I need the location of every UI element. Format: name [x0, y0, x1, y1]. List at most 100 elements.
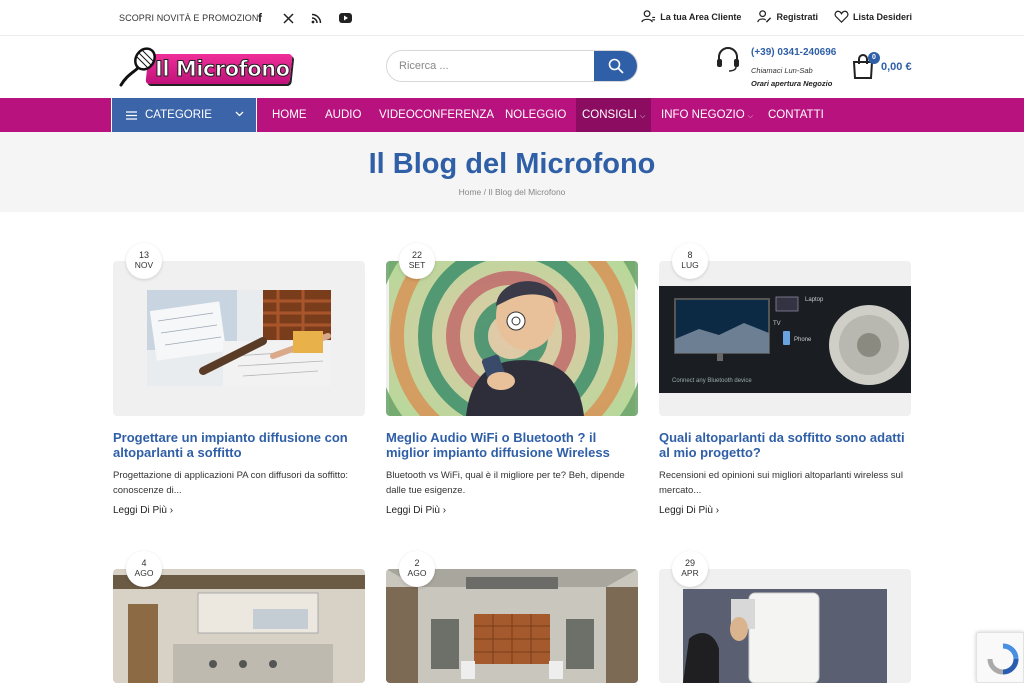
nav-videoconferenza[interactable]: VIDEOCONFERENZA — [379, 98, 494, 132]
post-thumbnail[interactable] — [659, 569, 911, 683]
search-input[interactable] — [387, 51, 595, 81]
read-more-link[interactable]: Leggi Di Più › — [386, 505, 446, 516]
register-link[interactable]: Registrati — [757, 9, 818, 24]
post-day: 29 — [684, 558, 695, 568]
chevron-right-icon: › — [715, 505, 720, 516]
read-more-link[interactable]: Leggi Di Più › — [659, 505, 719, 516]
post-month: AGO — [134, 568, 154, 578]
recaptcha-icon — [987, 643, 1019, 675]
post-month: LUG — [681, 260, 699, 270]
post-month: AGO — [407, 568, 427, 578]
logo-text: Il Microfono — [155, 57, 291, 82]
phone-number[interactable]: (+39) 0341-240696 — [751, 47, 836, 58]
post-excerpt: Progettazione di applicazioni PA con dif… — [113, 470, 349, 496]
post-thumbnail[interactable] — [386, 569, 638, 683]
breadcrumb-home[interactable]: Home — [459, 187, 482, 197]
post-date-badge: 2 AGO — [399, 551, 435, 587]
image-label-tv: TV — [773, 321, 781, 327]
post-title[interactable]: Quali altoparlanti da soffitto sono adat… — [659, 430, 911, 460]
hamburger-icon — [126, 110, 137, 120]
image-label-phone: Phone — [794, 337, 812, 343]
heart-icon — [834, 10, 849, 23]
recaptcha-badge[interactable] — [976, 632, 1024, 683]
nav-info-negozio-label: INFO NEGOZIO — [661, 109, 745, 121]
top-bar: SCOPRI NOVITÀ E PROMOZIONI f La tua Area… — [0, 0, 1024, 36]
chevron-right-icon: › — [169, 505, 174, 516]
nav-noleggio[interactable]: NOLEGGIO — [505, 98, 566, 132]
blueprint-photo — [147, 290, 331, 386]
post-date-badge: 4 AGO — [126, 551, 162, 587]
account-link[interactable]: La tua Area Cliente — [641, 9, 741, 24]
store-hours-link[interactable]: Orari apertura Negozio — [751, 79, 832, 88]
read-more-label: Leggi Di Più — [659, 505, 713, 516]
promo-link[interactable]: SCOPRI NOVITÀ E PROMOZIONI — [119, 13, 261, 23]
nav-home[interactable]: HOME — [272, 98, 307, 132]
account-links: La tua Area Cliente Registrati Lista Des… — [641, 9, 912, 24]
call-hours: Chiamaci Lun-Sab — [751, 66, 813, 75]
search-icon — [608, 58, 624, 74]
post-month: NOV — [134, 260, 154, 270]
room-layout-render — [113, 569, 365, 683]
site-header: Il Microfono (+39) 0341-240696 Chiamaci … — [0, 36, 1024, 98]
post-title[interactable]: Progettare un impianto diffusione con al… — [113, 430, 365, 460]
cart-count-badge: 0 — [868, 52, 880, 64]
chevron-down-icon: ⌵ — [747, 113, 754, 120]
read-more-label: Leggi Di Più — [386, 505, 440, 516]
account-link-label: La tua Area Cliente — [660, 11, 742, 22]
post-month: APR — [681, 568, 699, 578]
post-day: 8 — [687, 250, 693, 260]
post-thumbnail[interactable] — [113, 261, 365, 416]
image-label-laptop: Laptop — [805, 297, 824, 303]
post-excerpt: Bluetooth vs WiFi, qual è il migliore pe… — [386, 470, 625, 496]
post-excerpt: Recensioni ed opinioni sui migliori alto… — [659, 470, 903, 496]
chevron-down-icon: ⌵ — [639, 113, 646, 120]
headset-icon — [717, 47, 739, 72]
read-more-label: Leggi Di Più — [113, 505, 167, 516]
nav-info-negozio[interactable]: INFO NEGOZIO ⌵ — [661, 98, 753, 132]
post-month: SET — [408, 260, 426, 270]
categories-menu-button[interactable]: CATEGORIE — [111, 98, 257, 132]
post-day: 4 — [141, 558, 147, 568]
wishlist-link-label: Lista Desideri — [852, 11, 912, 22]
search-box — [386, 50, 638, 82]
wishlist-link[interactable]: Lista Desideri — [834, 9, 912, 24]
chevron-right-icon: › — [442, 505, 447, 516]
nav-consigli-label: CONSIGLI — [582, 109, 637, 121]
site-logo[interactable]: Il Microfono — [117, 45, 293, 89]
bluetooth-devices-photo — [659, 286, 911, 393]
cart-widget[interactable]: 0 0,00 € — [851, 52, 913, 82]
post-thumbnail[interactable] — [386, 261, 638, 416]
panel-installation-photo — [659, 569, 911, 683]
post-day: 2 — [414, 558, 420, 568]
nav-consigli[interactable]: CONSIGLI ⌵ — [576, 98, 652, 132]
studio-room-render — [386, 569, 638, 683]
search-button[interactable] — [594, 51, 637, 81]
page-header: Il Blog del Microfono Home / Il Blog del… — [0, 132, 1024, 212]
post-date-badge: 8 LUG — [672, 243, 708, 279]
rss-icon[interactable] — [308, 10, 324, 26]
facebook-icon[interactable]: f — [252, 10, 268, 26]
nav-contatti[interactable]: CONTATTI — [768, 98, 824, 132]
chevron-down-icon — [235, 111, 244, 117]
post-date-badge: 29 APR — [672, 551, 708, 587]
main-nav: CATEGORIE HOME AUDIO VIDEOCONFERENZA NOL… — [0, 98, 1024, 132]
post-date-badge: 22 SET — [399, 243, 435, 279]
read-more-link[interactable]: Leggi Di Più › — [113, 505, 173, 516]
post-thumbnail[interactable]: Laptop TV Phone Connect any Bluetooth de… — [659, 261, 911, 416]
image-caption: Connect any Bluetooth device — [672, 378, 752, 384]
post-title[interactable]: Meglio Audio WiFi o Bluetooth ? il migli… — [386, 430, 638, 460]
x-icon[interactable] — [280, 10, 296, 26]
user-icon — [641, 10, 656, 23]
page-title: Il Blog del Microfono — [368, 148, 656, 180]
breadcrumb: Home / Il Blog del Microfono — [0, 187, 1024, 197]
categories-label: CATEGORIE — [145, 109, 212, 121]
hypnotized-phone-illustration — [386, 261, 638, 416]
cart-total: 0,00 € — [881, 61, 912, 73]
youtube-icon[interactable] — [337, 10, 353, 26]
breadcrumb-current: Il Blog del Microfono — [488, 187, 566, 197]
user-edit-icon — [757, 10, 772, 23]
post-thumbnail[interactable] — [113, 569, 365, 683]
post-day: 22 — [411, 250, 422, 260]
nav-audio[interactable]: AUDIO — [325, 98, 361, 132]
register-link-label: Registrati — [776, 11, 818, 22]
